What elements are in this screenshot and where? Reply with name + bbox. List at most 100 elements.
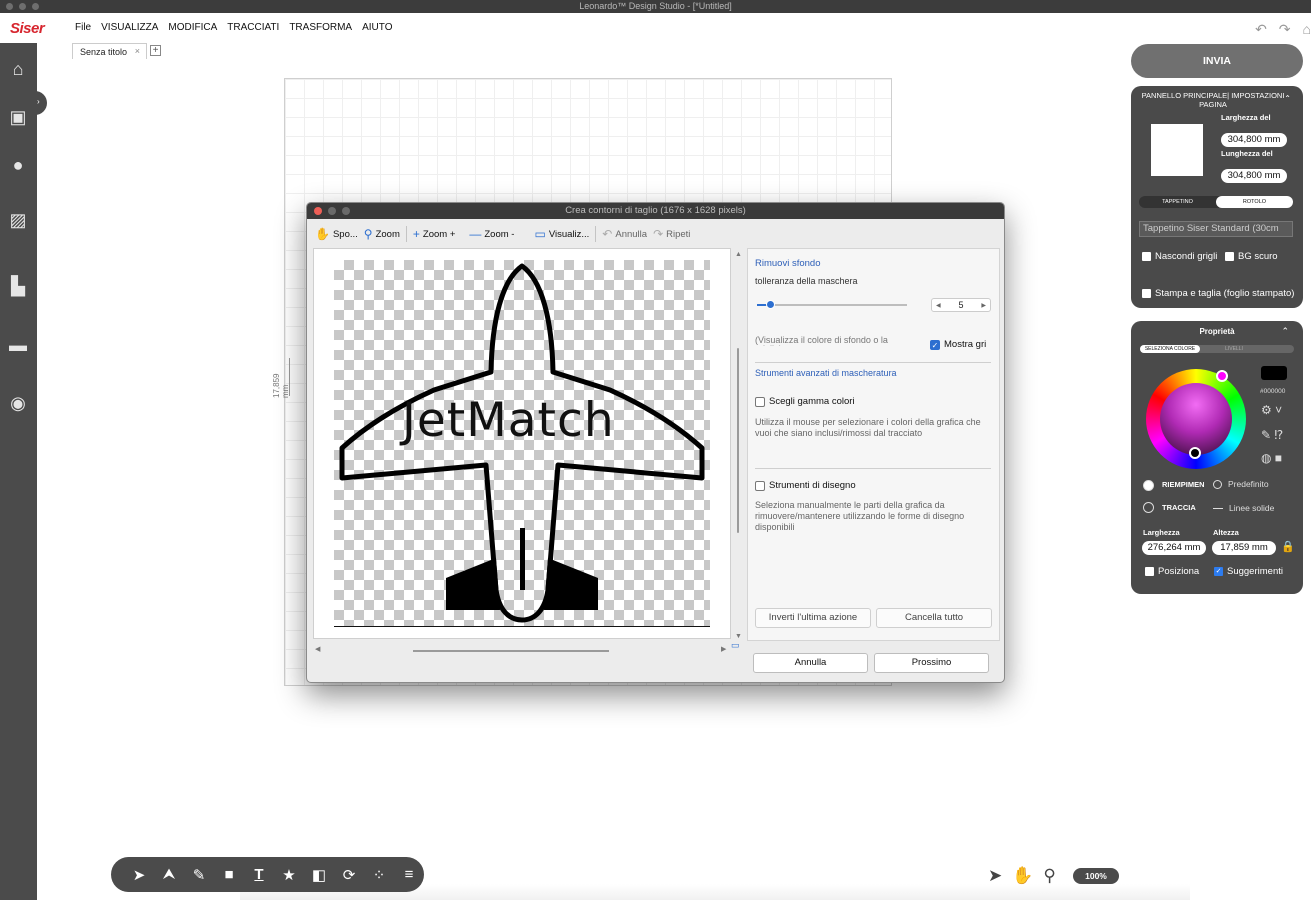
- collapse-icon[interactable]: ⌃: [1284, 94, 1291, 103]
- scroll-down-icon[interactable]: ▼: [735, 633, 742, 640]
- undo-last-action-button[interactable]: Inverti l'ultima azione: [755, 608, 871, 628]
- user-icon[interactable]: ◉: [8, 393, 28, 413]
- menu-visualizza[interactable]: VISUALIZZA: [101, 22, 158, 33]
- add-tab-button[interactable]: +: [150, 45, 161, 56]
- dialog-redo-button[interactable]: ↷ Ripeti: [653, 227, 690, 241]
- zoom-in-button[interactable]: + Zoom +: [413, 227, 456, 241]
- tab-layers[interactable]: LIVELLI: [1204, 345, 1264, 353]
- expand-sidebar-button[interactable]: ›: [33, 91, 47, 115]
- menu-file[interactable]: File: [75, 22, 91, 33]
- image-icon[interactable]: ▨: [8, 210, 28, 230]
- increment-icon[interactable]: ▶: [981, 302, 986, 309]
- menu-tracciati[interactable]: TRACCIATI: [227, 22, 279, 33]
- dialog-title: Crea contorni di taglio (1676 x 1628 pix…: [565, 205, 746, 216]
- zoom-level-button[interactable]: 100%: [1073, 868, 1119, 884]
- shade-knob[interactable]: [1189, 447, 1201, 459]
- show-grid-checkbox[interactable]: ✓ Mostra gri: [930, 339, 986, 350]
- zoom-tool-button[interactable]: ⚲ Zoom: [364, 227, 400, 241]
- scroll-up-icon[interactable]: ▲: [735, 251, 742, 258]
- pan-tool-button[interactable]: ✋ Spo...: [315, 227, 358, 241]
- monitor-icon[interactable]: ▭: [731, 640, 740, 651]
- tolerance-stepper[interactable]: ◀ 5 ▶: [931, 298, 991, 312]
- next-button[interactable]: Prossimo: [874, 653, 989, 673]
- print-and-cut-checkbox[interactable]: Stampa e taglia (foglio stampato): [1142, 288, 1294, 299]
- home-icon[interactable]: ⌂: [1303, 21, 1311, 38]
- tolerance-slider[interactable]: [757, 300, 907, 309]
- rotate-icon[interactable]: ⟳: [341, 866, 357, 884]
- dialog-undo-button[interactable]: ↶ Annulla: [602, 227, 647, 241]
- mask-options-panel: Rimuovi sfondo tolleranza della maschera…: [747, 248, 1000, 641]
- tab-select-color[interactable]: SELEZIONA COLORE: [1140, 345, 1200, 353]
- rectangle-icon[interactable]: ■: [221, 866, 237, 883]
- cancel-button[interactable]: Annulla: [753, 653, 868, 673]
- slider-knob[interactable]: [766, 300, 775, 309]
- redo-icon[interactable]: ↷: [1279, 21, 1291, 38]
- video-icon[interactable]: ▣: [8, 107, 28, 127]
- media-width-field[interactable]: 304,800 mm: [1221, 133, 1287, 147]
- node-edit-icon[interactable]: ⮝: [161, 866, 177, 883]
- dark-bg-checkbox[interactable]: BG scuro: [1225, 251, 1278, 262]
- mat-select[interactable]: Tappetino Siser Standard (30cm: [1139, 221, 1293, 237]
- home-icon[interactable]: ⌂: [8, 59, 28, 79]
- monitor-icon: ▭: [534, 227, 546, 241]
- select-arrow-icon[interactable]: ➤: [131, 866, 147, 884]
- height-field[interactable]: 17,859 mm: [1212, 541, 1276, 555]
- shapes-icon[interactable]: ★: [281, 866, 297, 884]
- stroke-radio[interactable]: TRACCIA: [1143, 502, 1196, 513]
- color-range-checkbox[interactable]: Scegli gamma colori: [755, 396, 855, 407]
- stroke-style-option[interactable]: Linee solide: [1213, 503, 1274, 513]
- document-tab[interactable]: Senza titolo ×: [72, 43, 147, 59]
- zoom-out-button[interactable]: — Zoom -: [469, 227, 514, 241]
- scroll-thumb[interactable]: [737, 348, 739, 533]
- properties-tabs: SELEZIONA COLORE LIVELLI: [1140, 345, 1294, 353]
- fill-radio[interactable]: RIEMPIMENTO: [1143, 480, 1204, 491]
- document-tab-label: Senza titolo: [80, 47, 128, 57]
- width-field[interactable]: 276,264 mm: [1142, 541, 1206, 555]
- combine-icon[interactable]: ◧: [311, 866, 327, 884]
- menu-trasforma[interactable]: TRASFORMA: [289, 22, 352, 33]
- fill-default-option[interactable]: Predefinito (Taglio): [1213, 480, 1288, 489]
- hue-knob[interactable]: [1216, 370, 1228, 382]
- undo-icon[interactable]: ↶: [1255, 21, 1267, 38]
- preview-horizontal-scrollbar[interactable]: ◀ ▶ ▭: [313, 640, 740, 656]
- collapse-icon[interactable]: ⌃: [1281, 326, 1289, 337]
- pointer-icon[interactable]: ➤: [988, 866, 1002, 886]
- position-checkbox[interactable]: Posiziona: [1145, 566, 1199, 577]
- color-wheel[interactable]: [1146, 369, 1246, 469]
- drawing-tools-checkbox[interactable]: Strumenti di disegno: [755, 480, 856, 491]
- magnifier-icon[interactable]: ⚲: [1043, 866, 1055, 886]
- lightbulb-icon[interactable]: ●: [8, 155, 28, 175]
- keyboard-icon[interactable]: ▬: [8, 335, 28, 355]
- tolerance-label: tolleranza della maschera: [755, 277, 858, 286]
- menu-modifica[interactable]: MODIFICA: [168, 22, 217, 33]
- pan-hand-icon[interactable]: ✋: [1012, 866, 1033, 886]
- view-button[interactable]: ▭ Visualiz...: [534, 227, 589, 241]
- distribute-icon[interactable]: ≡: [401, 866, 417, 883]
- mat-roll-toggle[interactable]: TAPPETINO ROTOLO: [1139, 196, 1293, 208]
- lock-icon[interactable]: 🔒: [1281, 540, 1295, 553]
- color-picker-area[interactable]: [1160, 383, 1232, 455]
- eyedropper-icon[interactable]: ✎ ⁉: [1261, 428, 1283, 442]
- close-tab-icon[interactable]: ×: [135, 46, 140, 56]
- scroll-left-icon[interactable]: ◀: [315, 645, 320, 653]
- scroll-right-icon[interactable]: ▶: [721, 645, 726, 653]
- text-icon[interactable]: T: [251, 866, 267, 883]
- send-button[interactable]: INVIA: [1131, 44, 1303, 78]
- media-length-field[interactable]: 304,800 mm: [1221, 169, 1287, 183]
- preview-vertical-scrollbar[interactable]: ▲ ▼: [733, 248, 743, 643]
- decrement-icon[interactable]: ◀: [936, 302, 941, 309]
- clear-all-button[interactable]: Cancella tutto: [876, 608, 992, 628]
- image-preview[interactable]: JetMatch: [313, 248, 731, 639]
- hide-grid-checkbox[interactable]: Nascondi grigli: [1142, 251, 1217, 262]
- library-icon[interactable]: ▙: [8, 276, 28, 296]
- settings-gear-icon[interactable]: ⚙ ˅: [1261, 403, 1282, 417]
- page-panel-heading: PANNELLO PRINCIPALE| IMPOSTAZIONI PAGINA: [1141, 91, 1285, 109]
- scroll-thumb[interactable]: [413, 650, 609, 652]
- hints-checkbox[interactable]: ✓ Suggerimenti: [1214, 566, 1283, 577]
- align-icon[interactable]: ⁘: [371, 866, 387, 884]
- pen-icon[interactable]: ✎: [191, 866, 207, 884]
- menu-aiuto[interactable]: AIUTO: [362, 22, 392, 33]
- palette-icon[interactable]: ◍ ■: [1261, 451, 1282, 465]
- toggle-roll[interactable]: ROTOLO: [1216, 196, 1293, 208]
- toggle-mat[interactable]: TAPPETINO: [1139, 196, 1216, 208]
